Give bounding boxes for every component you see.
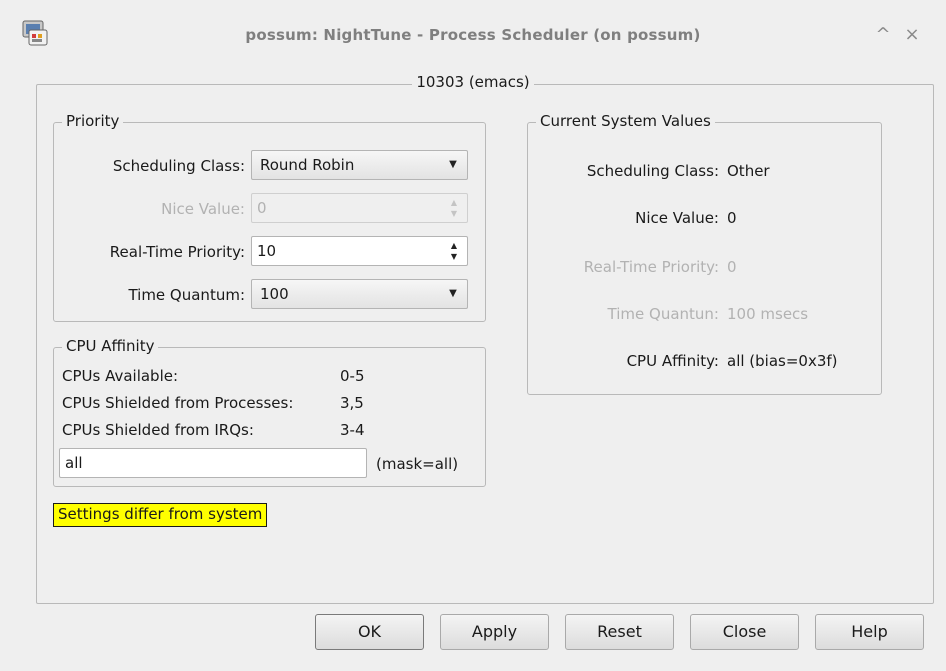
time-quantum-label: Time Quantum: [128,286,245,304]
cpus-shielded-processes-value: 3,5 [340,394,364,412]
sys-rt-priority-label: Real-Time Priority: [583,258,719,276]
time-quantum-select[interactable]: 100 ▼ [251,279,468,309]
mask-label: (mask=all) [376,455,459,473]
cpus-shielded-processes-label: CPUs Shielded from Processes: [62,394,294,412]
window-title: possum: NightTune - Process Scheduler (o… [245,26,701,44]
sys-cpu-affinity-label: CPU Affinity: [626,352,719,370]
cpus-available-value: 0-5 [340,367,365,385]
spin-arrows-icon[interactable]: ▲ ▼ [445,240,463,262]
close-button[interactable]: Close [690,614,799,650]
rt-priority-value: 10 [257,242,277,260]
title-bar[interactable]: possum: NightTune - Process Scheduler (o… [0,0,946,68]
cpu-affinity-input[interactable]: all [59,448,367,478]
ok-button[interactable]: OK [315,614,424,650]
help-button[interactable]: Help [815,614,924,650]
current-system-legend: Current System Values [536,112,715,130]
sys-nice-value-value: 0 [727,209,737,227]
cpu-affinity-legend: CPU Affinity [62,337,159,355]
cpu-affinity-input-value: all [65,454,83,472]
settings-differ-warning: Settings differ from system [53,503,268,527]
process-frame-label: 10303 (emacs) [0,73,946,91]
rt-priority-spinbox[interactable]: 10 ▲ ▼ [251,236,468,266]
nice-value-spinbox: 0 ▲ ▼ [251,193,468,223]
nice-value-label: Nice Value: [161,200,245,218]
sys-nice-value-label: Nice Value: [635,209,719,227]
sys-scheduling-class-value: Other [727,162,770,180]
process-label: 10303 (emacs) [412,73,534,91]
cpus-shielded-irqs-label: CPUs Shielded from IRQs: [62,421,254,439]
sys-scheduling-class-label: Scheduling Class: [586,162,719,180]
reset-button[interactable]: Reset [565,614,674,650]
apply-button[interactable]: Apply [440,614,549,650]
scheduling-class-select[interactable]: Round Robin ▼ [251,150,468,180]
spin-arrows-icon: ▲ ▼ [450,198,458,218]
cpus-available-label: CPUs Available: [62,367,179,385]
scheduling-class-value: Round Robin [260,156,355,174]
chevron-up-icon[interactable]: ^ [872,24,894,46]
sys-rt-priority-value: 0 [727,258,737,276]
cpus-shielded-irqs-value: 3-4 [340,421,365,439]
sys-cpu-affinity-value: all (bias=0x3f) [727,352,838,370]
chevron-down-icon: ▼ [449,159,457,170]
close-icon[interactable]: × [901,24,923,46]
sys-time-quantum-label: Time Quantun: [607,305,719,323]
priority-legend: Priority [62,112,124,130]
rt-priority-label: Real-Time Priority: [109,243,245,261]
sys-time-quantum-value: 100 msecs [727,305,809,323]
scheduling-class-label: Scheduling Class: [112,157,245,175]
chevron-down-icon: ▼ [449,288,457,299]
time-quantum-value: 100 [260,285,289,303]
nice-value-value: 0 [257,199,267,217]
